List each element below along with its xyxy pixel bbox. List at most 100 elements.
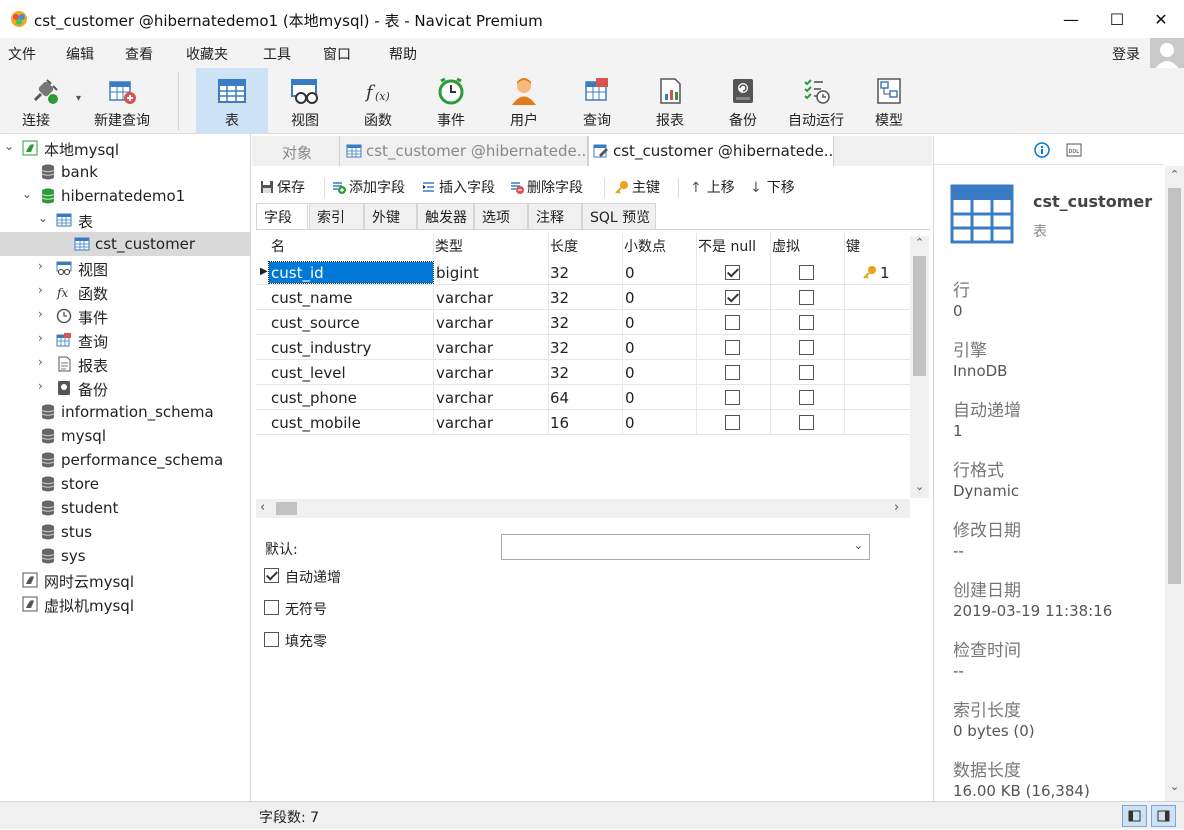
scrollbar-thumb[interactable] xyxy=(276,502,297,515)
user-button[interactable]: 用户 xyxy=(488,68,560,134)
function-button[interactable]: f (x) 函数 xyxy=(342,68,414,134)
field-length-cell[interactable]: 32 xyxy=(550,264,569,282)
field-length-cell[interactable]: 16 xyxy=(550,414,569,432)
menu-edit[interactable]: 编辑 xyxy=(66,44,94,64)
column-header-length[interactable]: 长度 xyxy=(550,236,578,256)
new-query-button[interactable]: 新建查询 xyxy=(86,68,158,134)
info-icon[interactable] xyxy=(1034,142,1050,158)
insert-field-button[interactable]: 插入字段 xyxy=(422,177,495,197)
field-decimals-cell[interactable]: 0 xyxy=(625,289,635,307)
expand-arrow-icon[interactable]: › xyxy=(38,331,50,347)
column-header-virtual[interactable]: 虚拟 xyxy=(772,236,800,256)
tree-item-student[interactable]: student xyxy=(0,496,250,520)
tree-item-reports[interactable]: › 报表 xyxy=(0,352,250,376)
tree-item-information-schema[interactable]: information_schema xyxy=(0,400,250,424)
move-down-button[interactable]: ↓ 下移 xyxy=(750,177,795,197)
scrollbar-thumb[interactable] xyxy=(913,256,926,376)
ddl-icon[interactable]: DDL xyxy=(1066,142,1082,158)
minimize-button[interactable]: — xyxy=(1048,0,1094,38)
tree-item-cst-customer[interactable]: cst_customer xyxy=(0,232,250,256)
login-link[interactable]: 登录 xyxy=(1112,44,1140,64)
tab-sql-preview[interactable]: SQL 预览 xyxy=(582,203,656,229)
scroll-left-icon[interactable]: ‹ xyxy=(260,500,265,515)
virtual-checkbox[interactable] xyxy=(799,390,814,405)
field-name-cell[interactable]: cust_mobile xyxy=(271,414,361,432)
add-field-button[interactable]: 添加字段 xyxy=(332,177,405,197)
table-row[interactable]: cust_source varchar 32 0 xyxy=(256,310,910,335)
avatar[interactable] xyxy=(1150,38,1184,70)
tree-item-performance-schema[interactable]: performance_schema xyxy=(0,448,250,472)
menu-view[interactable]: 查看 xyxy=(125,44,153,64)
tree-item-backups[interactable]: › 备份 xyxy=(0,376,250,400)
column-header-not-null[interactable]: 不是 null xyxy=(698,236,756,256)
not-null-checkbox[interactable] xyxy=(725,315,740,330)
not-null-checkbox[interactable] xyxy=(725,290,740,305)
field-decimals-cell[interactable]: 0 xyxy=(625,414,635,432)
table-row[interactable]: cust_level varchar 32 0 xyxy=(256,360,910,385)
field-name-cell[interactable]: cust_level xyxy=(271,364,346,382)
tree-item-hibernatedemo1[interactable]: ⌄ hibernatedemo1 xyxy=(0,184,250,208)
tree-item-mysql[interactable]: mysql xyxy=(0,424,250,448)
expand-arrow-icon[interactable]: › xyxy=(38,307,50,323)
unsigned-checkbox[interactable] xyxy=(264,600,279,615)
tree-item-functions[interactable]: › fx 函数 xyxy=(0,280,250,304)
column-header-type[interactable]: 类型 xyxy=(435,236,463,256)
tree-item-stus[interactable]: stus xyxy=(0,520,250,544)
close-button[interactable]: ✕ xyxy=(1138,0,1184,38)
tab-cst-customer-2[interactable]: cst_customer @hibernatede... xyxy=(588,136,834,166)
tree-item-tables-folder[interactable]: ⌄ 表 xyxy=(0,208,250,232)
not-null-checkbox[interactable] xyxy=(725,265,740,280)
table-row[interactable]: cust_mobile varchar 16 0 xyxy=(256,410,910,435)
tab-indexes[interactable]: 索引 xyxy=(309,203,364,229)
field-length-cell[interactable]: 32 xyxy=(550,289,569,307)
not-null-checkbox[interactable] xyxy=(725,415,740,430)
field-type-cell[interactable]: varchar xyxy=(436,339,493,357)
field-length-cell[interactable]: 32 xyxy=(550,314,569,332)
tree-item-events[interactable]: › 事件 xyxy=(0,304,250,328)
field-name-cell[interactable]: cust_phone xyxy=(271,389,357,407)
backup-button[interactable]: 备份 xyxy=(707,68,779,134)
column-header-decimals[interactable]: 小数点 xyxy=(624,236,666,256)
scroll-down-icon[interactable]: ⌄ xyxy=(915,480,924,493)
table-row[interactable]: cust_industry varchar 32 0 xyxy=(256,335,910,360)
tree-item-vm-mysql[interactable]: 虚拟机mysql xyxy=(0,592,250,616)
field-decimals-cell[interactable]: 0 xyxy=(625,264,635,282)
tab-foreign-keys[interactable]: 外键 xyxy=(364,203,417,229)
layout-toggle-left[interactable] xyxy=(1122,805,1147,827)
field-type-cell[interactable]: varchar xyxy=(436,314,493,332)
scroll-right-icon[interactable]: › xyxy=(894,500,899,515)
tab-fields[interactable]: 字段 xyxy=(256,203,308,229)
tree-item-views[interactable]: › 视图 xyxy=(0,256,250,280)
tab-cst-customer-1[interactable]: cst_customer @hibernatede... xyxy=(340,136,588,166)
tree-item-store[interactable]: store xyxy=(0,472,250,496)
tab-comments[interactable]: 注释 xyxy=(528,203,582,229)
info-scrollbar[interactable]: ⌃ ⌄ xyxy=(1165,166,1184,801)
default-combobox[interactable]: ⌄ xyxy=(501,534,870,560)
model-button[interactable]: 模型 xyxy=(853,68,925,134)
chevron-down-icon[interactable]: ⌄ xyxy=(854,539,863,552)
report-button[interactable]: 报表 xyxy=(634,68,706,134)
field-type-cell[interactable]: bigint xyxy=(436,264,479,282)
schedule-button[interactable]: 自动运行 xyxy=(780,68,852,134)
field-type-cell[interactable]: varchar xyxy=(436,389,493,407)
virtual-checkbox[interactable] xyxy=(799,415,814,430)
expand-arrow-icon[interactable]: ⌄ xyxy=(4,139,16,155)
tree-item-bank[interactable]: bank xyxy=(0,160,250,184)
maximize-button[interactable]: ☐ xyxy=(1094,0,1140,38)
expand-arrow-icon[interactable]: ⌄ xyxy=(22,187,34,203)
field-name-cell[interactable]: cust_industry xyxy=(271,339,371,357)
connect-button[interactable]: 连接 xyxy=(8,68,80,134)
menu-help[interactable]: 帮助 xyxy=(389,44,417,64)
table-button[interactable]: 表 xyxy=(196,68,268,134)
tree-item-wangshiyun-mysql[interactable]: 网时云mysql xyxy=(0,568,250,592)
field-length-cell[interactable]: 32 xyxy=(550,339,569,357)
expand-arrow-icon[interactable]: › xyxy=(38,283,50,299)
field-name-cell[interactable]: cust_id xyxy=(268,261,434,284)
layout-toggle-right[interactable] xyxy=(1151,805,1176,827)
menu-tools[interactable]: 工具 xyxy=(263,44,291,64)
not-null-checkbox[interactable] xyxy=(725,365,740,380)
field-length-cell[interactable]: 64 xyxy=(550,389,569,407)
virtual-checkbox[interactable] xyxy=(799,265,814,280)
expand-arrow-icon[interactable]: › xyxy=(38,259,50,275)
table-row[interactable]: cust_name varchar 32 0 xyxy=(256,285,910,310)
